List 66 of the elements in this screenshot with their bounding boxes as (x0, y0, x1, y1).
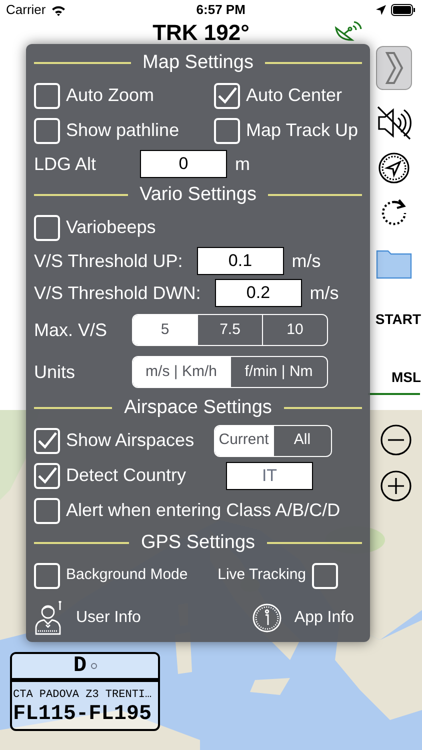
option-label: V/S Threshold DWN: (34, 282, 201, 304)
unit-label: m (235, 152, 250, 176)
option-label: Units (34, 360, 76, 384)
option-label: Max. V/S (34, 318, 108, 342)
section-title: GPS Settings (140, 530, 256, 555)
checkbox[interactable] (34, 462, 60, 488)
link-button[interactable]: App Info (252, 603, 354, 633)
unit-label: m/s (292, 250, 321, 272)
checkmark-icon (36, 430, 58, 452)
input-field[interactable]: 0 (140, 150, 227, 178)
person-icon (34, 601, 64, 635)
airspace-class: D (73, 655, 87, 677)
segment-option[interactable]: 7.5 (197, 315, 262, 345)
option-label: V/S Threshold UP: (34, 250, 183, 272)
carrier-label: Carrier (6, 1, 46, 20)
option-label: LDG Alt (34, 152, 98, 176)
option-label: Show pathline (66, 119, 180, 142)
section-title: Vario Settings (138, 182, 258, 207)
section-title: Map Settings (142, 50, 254, 75)
status-label: MSL (391, 368, 421, 387)
segment-option[interactable]: All (272, 426, 331, 456)
speaker-muted-icon[interactable] (375, 104, 413, 142)
info-icon (252, 603, 282, 633)
zoom-in-icon[interactable] (380, 470, 412, 502)
expand-button[interactable] (376, 46, 412, 90)
flight-level-range: FL115-FL195 (13, 702, 153, 728)
checkbox[interactable] (34, 214, 60, 240)
segment-option[interactable]: f/min | Nm (230, 357, 327, 387)
checkbox[interactable] (312, 562, 338, 588)
zoom-out-icon[interactable] (380, 424, 412, 456)
track-reading: TRK 192° (152, 20, 250, 46)
option-label: Map Track Up (246, 119, 358, 142)
checkmark-icon (216, 84, 238, 106)
option-label: Variobeeps (66, 216, 156, 239)
checkbox[interactable] (214, 118, 240, 144)
input-field[interactable]: 0.1 (196, 247, 284, 275)
unit-label: m/s (310, 282, 339, 304)
option-label: Live Tracking (218, 565, 306, 586)
checkbox[interactable] (34, 498, 60, 524)
section-title: Airspace Settings (123, 396, 273, 420)
segment-option[interactable]: 10 (262, 315, 327, 345)
wifi-icon (50, 4, 66, 16)
input-field[interactable]: 0.2 (214, 279, 302, 307)
option-label: Detect Country (66, 464, 186, 487)
clock-time: 6:57 PM (196, 1, 246, 20)
status-label: START (375, 310, 421, 329)
location-arrow-icon (376, 5, 386, 15)
checkbox[interactable] (34, 118, 60, 144)
segment-option[interactable]: m/s | Km/h (133, 357, 230, 387)
battery-icon (391, 4, 416, 16)
option-label: Show Airspaces (66, 429, 194, 452)
folder-icon[interactable] (376, 249, 412, 279)
segment-option[interactable]: Current (215, 426, 272, 456)
option-label: Background Mode (66, 565, 188, 586)
option-label: Alert when entering Class A/B/C/D (66, 499, 340, 522)
checkbox[interactable] (34, 428, 60, 454)
link-button[interactable]: User Info (34, 601, 141, 635)
option-label: Auto Zoom (66, 84, 154, 107)
checkbox[interactable] (34, 562, 60, 588)
checkbox[interactable] (34, 82, 60, 108)
segment-option[interactable]: 5 (133, 315, 197, 345)
chevron-right-icon (384, 51, 404, 85)
option-label: Auto Center (246, 84, 342, 107)
airspace-name: CTA PADOVA Z3 TRENTI… (13, 688, 153, 702)
checkmark-icon (36, 464, 58, 486)
checkbox[interactable] (214, 82, 240, 108)
